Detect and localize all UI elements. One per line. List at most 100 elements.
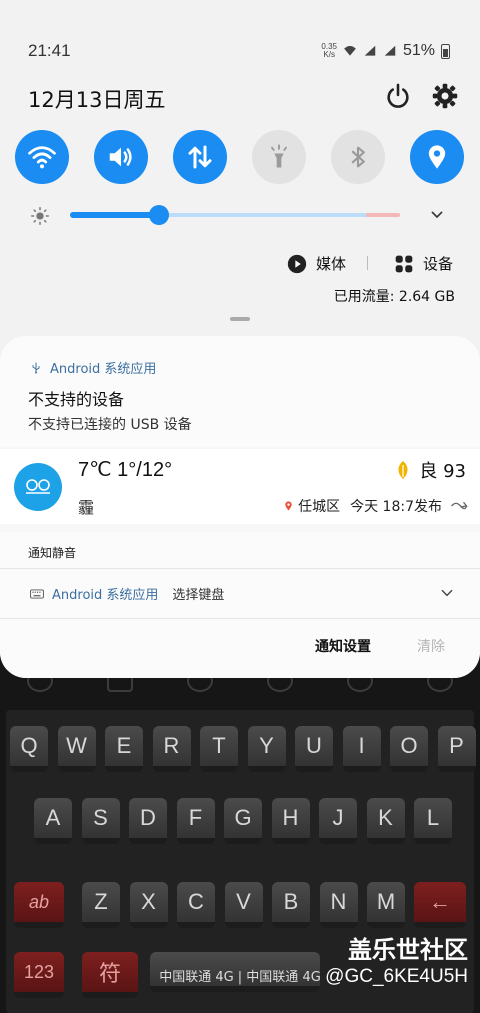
sound-toggle[interactable] (94, 130, 148, 184)
key-l: L (414, 798, 452, 844)
key-q: Q (10, 726, 48, 772)
divider (0, 568, 480, 569)
watermark-title: 盖乐世社区 (348, 936, 468, 964)
devices-button[interactable]: 设备 (394, 253, 453, 274)
key-m: M (367, 882, 405, 928)
notification-text: 选择键盘 (172, 588, 225, 603)
bluetooth-icon (351, 146, 365, 168)
network-speed: 0.35 K/s (321, 42, 337, 59)
chevron-down-icon[interactable] (428, 207, 446, 223)
signal-4g-icon (364, 45, 376, 56)
weather-notification[interactable]: 7℃ 1°/12° 霾 良 93 任城区 今天 18:7发布 (0, 449, 480, 524)
key-v: V (224, 882, 263, 928)
location-toggle[interactable] (410, 130, 464, 184)
silent-notifications-section: 通知静音 Android 系统应用 选择键盘 通知设置 清除 (0, 532, 480, 678)
key-r: R (152, 726, 191, 772)
notification-settings-button[interactable]: 通知设置 (315, 636, 371, 656)
status-bar: 21:41 0.35 K/s 51% (0, 36, 480, 66)
key-o: O (390, 726, 428, 772)
watermark-id: @GC_6KE4U5H (325, 966, 468, 987)
key-p: P (437, 726, 476, 772)
key-n: N (319, 882, 358, 928)
chevron-down-icon[interactable] (440, 588, 454, 598)
key-h: H (271, 798, 310, 844)
snooze-icon[interactable] (450, 499, 468, 513)
key-c: C (177, 882, 215, 928)
media-label: 媒体 (316, 255, 347, 273)
wifi-icon (28, 146, 56, 169)
notification-body: 不支持已连接的 USB 设备 (28, 417, 192, 433)
key-f: F (176, 798, 215, 844)
power-icon[interactable] (384, 82, 412, 110)
key-g: G (224, 798, 262, 844)
wifi-status-icon (344, 46, 356, 56)
status-icons: 0.35 K/s 51% (321, 42, 450, 60)
silent-section-header: 通知静音 (28, 546, 77, 560)
keyboard-notification[interactable]: Android 系统应用 选择键盘 (30, 584, 224, 603)
update-time: 今天 18:7发布 (350, 499, 442, 515)
date-label: 12月13日周五 (28, 88, 166, 112)
key-x: X (129, 882, 168, 928)
divider (0, 618, 480, 619)
location-name: 任城区 (298, 499, 341, 515)
gear-icon[interactable] (431, 82, 459, 110)
mobile-data-toggle[interactable] (173, 130, 227, 184)
battery-percent: 51% (402, 42, 435, 59)
brightness-icon (31, 207, 49, 225)
backspace-key: ← (414, 882, 466, 928)
key-k: K (366, 798, 405, 844)
location-icon (428, 145, 446, 169)
key-u: U (295, 726, 333, 772)
play-icon (287, 254, 307, 273)
brightness-slider[interactable] (70, 205, 400, 225)
usb-icon (32, 362, 40, 373)
notification-app-header: Android 系统应用 (30, 358, 156, 377)
notification-panel: Android 系统应用 不支持的设备 不支持已连接的 USB 设备 7℃ 1°… (0, 336, 480, 678)
key-j: J (319, 798, 357, 844)
battery-icon (441, 43, 450, 59)
air-quality: 良 93 (395, 457, 466, 483)
clock: 21:41 (28, 41, 71, 60)
clear-button[interactable]: 清除 (417, 636, 445, 656)
haze-weather-icon (14, 463, 62, 511)
notification-app-name: Android 系统应用 (52, 588, 159, 603)
flashlight-icon (271, 144, 287, 168)
divider (367, 256, 368, 270)
key-t: T (200, 726, 238, 772)
data-transfer-icon (188, 145, 212, 169)
leaf-icon (398, 461, 408, 479)
usb-notification[interactable]: Android 系统应用 不支持的设备 不支持已连接的 USB 设备 (0, 336, 480, 447)
key-d: D (129, 798, 167, 844)
weather-condition: 霾 (78, 498, 95, 517)
slider-thumb[interactable] (149, 205, 170, 225)
key-b: B (272, 882, 310, 928)
key-y: Y (247, 726, 286, 772)
volume-icon (109, 147, 132, 167)
location-pin-icon (285, 501, 292, 511)
key-a: A (34, 798, 72, 844)
key-s: S (81, 798, 120, 844)
devices-label: 设备 (423, 255, 454, 273)
weather-location: 任城区 今天 18:7发布 (283, 496, 468, 516)
slider-fill (70, 212, 160, 218)
notification-title: 不支持的设备 (28, 390, 125, 409)
wifi-toggle[interactable] (15, 130, 69, 184)
data-usage-text: 已用流量: 2.64 GB (333, 289, 455, 305)
signal-hd-4g-icon (384, 45, 396, 56)
notification-app-name: Android 系统应用 (50, 362, 157, 377)
keyboard-background: QWERTYUIOPASDFGHJKLZXCVBNM ab ← 123 符 中国… (0, 640, 480, 1013)
media-output-button[interactable]: 媒体 (287, 253, 346, 274)
key-e: E (105, 726, 143, 772)
aqi-value: 良 93 (419, 461, 466, 482)
slider-warm-zone (366, 213, 400, 217)
flashlight-toggle[interactable] (252, 130, 306, 184)
key-z: Z (82, 882, 120, 928)
temperature: 7℃ 1°/12° (78, 459, 173, 481)
shift-key: ab (14, 882, 64, 928)
key-i: I (342, 726, 381, 772)
keyboard-icon (30, 588, 44, 599)
drag-handle[interactable] (230, 317, 250, 321)
key-w: W (57, 726, 96, 772)
devices-grid-icon (395, 255, 413, 272)
bluetooth-toggle[interactable] (331, 130, 385, 184)
